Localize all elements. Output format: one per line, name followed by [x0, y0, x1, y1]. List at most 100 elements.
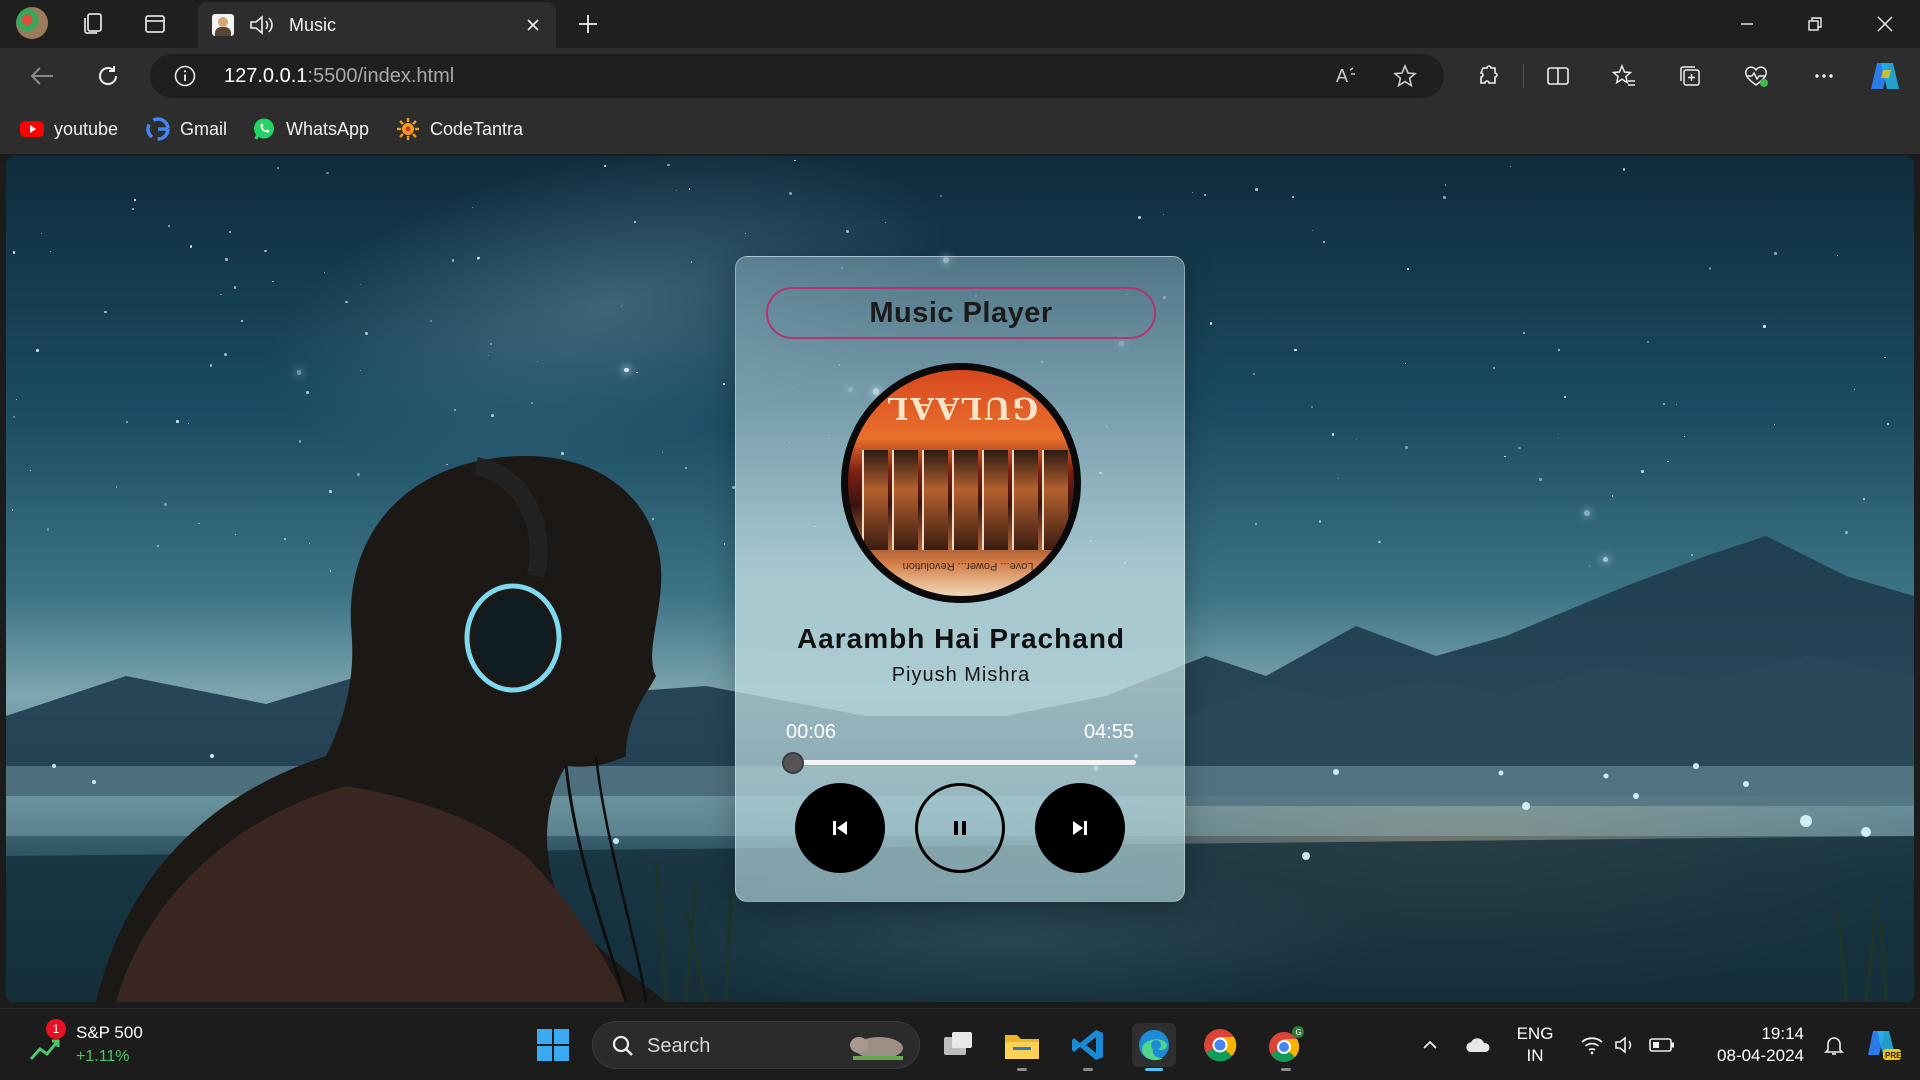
market-widget[interactable]: S&P 500 +1.11%: [76, 1021, 143, 1069]
task-view-icon[interactable]: [936, 1023, 980, 1067]
close-window-icon[interactable]: [1862, 6, 1908, 42]
cover-panel: [1012, 450, 1038, 550]
battery-icon[interactable]: [1640, 1023, 1684, 1067]
url-path: :5500/index.html: [307, 65, 455, 87]
favorites-icon[interactable]: [1608, 60, 1640, 92]
tab-favicon-icon: [212, 14, 234, 36]
previous-track-button[interactable]: [795, 783, 885, 873]
cover-panel: [862, 450, 888, 550]
search-placeholder: Search: [647, 1035, 711, 1057]
whatsapp-icon: [252, 117, 276, 141]
active-tab[interactable]: Music: [198, 2, 556, 48]
total-duration: 04:55: [1083, 721, 1134, 743]
windows-start-icon[interactable]: [531, 1023, 575, 1067]
bookmark-codetantra[interactable]: CodeTantra: [396, 117, 523, 141]
widget-notification-badge: 1: [46, 1019, 66, 1039]
skip-next-icon: [1073, 821, 1087, 835]
vscode-icon[interactable]: [1066, 1023, 1110, 1071]
onedrive-cloud-icon[interactable]: [1456, 1023, 1500, 1067]
bookmark-label: WhatsApp: [286, 118, 370, 139]
bookmark-gmail[interactable]: Gmail: [146, 117, 227, 141]
player-title: Music Player: [766, 287, 1156, 339]
favorite-star-icon[interactable]: [1392, 63, 1418, 89]
album-cover: GULAAL Love... Power... Revolution: [841, 363, 1081, 603]
cover-panel: [1042, 450, 1068, 550]
chrome-profile-icon[interactable]: G: [1264, 1023, 1308, 1071]
page-background: Music Player GULAAL Love... Power... Rev…: [6, 156, 1914, 1002]
current-time: 00:06: [786, 721, 837, 743]
search-highlight-hippo-icon: [850, 1037, 903, 1060]
song-title: Aarambh Hai Prachand: [796, 623, 1126, 654]
minimize-icon[interactable]: [1724, 6, 1770, 42]
language-code: ENG: [1516, 1024, 1554, 1043]
site-info-icon[interactable]: [174, 65, 196, 87]
bookmark-label: CodeTantra: [430, 118, 524, 139]
tab-strip: Music: [0, 0, 1920, 48]
skip-previous-icon: [833, 821, 847, 835]
tab-title: Music: [289, 15, 337, 35]
album-cover-tagline: Love... Power... Revolution: [902, 560, 1034, 572]
clock-date: 08-04-2024: [1717, 1046, 1804, 1065]
album-cover-title: GULAAL: [885, 390, 1038, 425]
next-track-button[interactable]: [1035, 783, 1125, 873]
address-bar[interactable]: 127.0.0.1:5500/index.html A: [150, 54, 1444, 98]
cover-panel: [922, 450, 948, 550]
cover-panel: [952, 450, 978, 550]
market-change: +1.11%: [76, 1048, 130, 1065]
progress-slider[interactable]: [782, 752, 1136, 774]
svg-text:A: A: [1336, 66, 1348, 86]
bookmark-label: Gmail: [180, 118, 228, 139]
browser-toolbar: 127.0.0.1:5500/index.html A: [0, 48, 1920, 104]
music-player-card: Music Player GULAAL Love... Power... Rev…: [735, 256, 1185, 902]
market-name: S&P 500: [76, 1023, 143, 1042]
pause-icon: [954, 821, 966, 835]
toolbar-separator: [1523, 64, 1524, 88]
running-indicator: [1281, 1068, 1291, 1071]
file-explorer-icon[interactable]: [1000, 1023, 1044, 1071]
collections-icon[interactable]: [1674, 60, 1706, 92]
browser-essentials-icon[interactable]: [1740, 60, 1772, 92]
speaker-icon[interactable]: [248, 13, 276, 42]
profile-avatar-icon[interactable]: [16, 7, 48, 39]
progress-slider-thumb[interactable]: [782, 752, 804, 774]
read-aloud-icon[interactable]: A: [1334, 63, 1360, 89]
pause-button[interactable]: [915, 783, 1005, 873]
close-tab-icon[interactable]: [522, 14, 544, 36]
search-icon: [612, 1035, 633, 1056]
cover-panel: [982, 450, 1008, 550]
bookmarks-bar: youtube Gmail WhatsApp CodeTantra: [0, 104, 1920, 154]
workspaces-icon[interactable]: [78, 9, 108, 39]
reload-icon[interactable]: [92, 60, 124, 92]
back-arrow-icon[interactable]: [26, 60, 58, 92]
running-indicator: [1017, 1068, 1027, 1071]
taskbar: 1 S&P 500 +1.11% Search G ENG IN 19:14 0…: [0, 1008, 1920, 1080]
running-indicator: [1083, 1068, 1093, 1071]
url-text[interactable]: 127.0.0.1:5500/index.html: [224, 65, 454, 88]
svg-text:PRE: PRE: [1885, 1051, 1902, 1060]
bookmark-youtube[interactable]: youtube: [20, 117, 118, 141]
bookmark-whatsapp[interactable]: WhatsApp: [252, 117, 369, 141]
vertical-tabs-icon[interactable]: [140, 9, 170, 39]
clock-time: 19:14: [1761, 1024, 1804, 1043]
taskbar-search[interactable]: Search: [592, 1021, 920, 1069]
region-code: IN: [1526, 1046, 1544, 1065]
url-host: 127.0.0.1: [224, 65, 308, 87]
clock[interactable]: 19:14 08-04-2024: [1694, 1023, 1804, 1067]
more-options-icon[interactable]: [1808, 60, 1840, 92]
bookmark-label: youtube: [54, 118, 119, 139]
copilot-preview-icon[interactable]: PRE: [1862, 1023, 1906, 1067]
extensions-icon[interactable]: [1472, 60, 1504, 92]
edge-browser-icon[interactable]: [1132, 1023, 1176, 1071]
artist-name: Piyush Mishra: [891, 664, 1031, 686]
chrome-icon[interactable]: [1198, 1023, 1242, 1067]
restore-icon[interactable]: [1792, 6, 1838, 42]
split-screen-icon[interactable]: [1542, 60, 1574, 92]
svg-text:G: G: [1296, 1028, 1302, 1037]
language-indicator[interactable]: ENG IN: [1510, 1023, 1560, 1067]
active-indicator: [1145, 1068, 1163, 1071]
new-tab-icon[interactable]: [574, 10, 602, 38]
notifications-bell-icon[interactable]: [1812, 1023, 1856, 1067]
youtube-icon: [20, 117, 44, 141]
chevron-up-icon[interactable]: [1408, 1023, 1452, 1067]
copilot-icon[interactable]: [1868, 60, 1902, 92]
